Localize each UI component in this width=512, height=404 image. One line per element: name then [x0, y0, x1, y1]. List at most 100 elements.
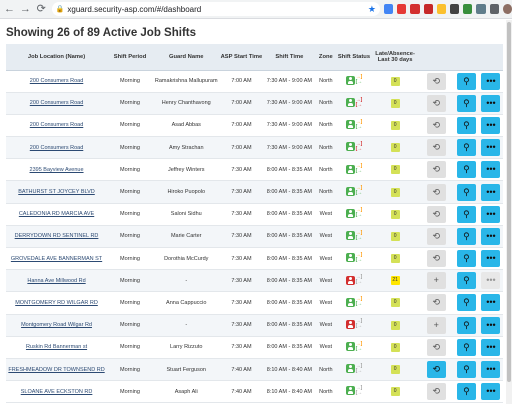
scrollbar-thumb[interactable] [507, 22, 511, 382]
map-pin-button[interactable]: ⚲ [456, 116, 476, 134]
shift-status[interactable]: →] [→ [345, 363, 362, 374]
map-pin-button[interactable]: ⚲ [456, 316, 476, 334]
reassign-button[interactable]: ⟲ [426, 294, 446, 312]
shift-status[interactable]: →] [→ [345, 319, 362, 329]
extensions-puzzle-icon[interactable] [489, 4, 499, 14]
map-pin-button[interactable]: ⚲ [456, 72, 476, 90]
map-pin-button[interactable]: ⚲ [456, 94, 476, 112]
job-location-link[interactable]: Ruskin Rd Bannerman st [26, 344, 87, 350]
late-absence-badge[interactable]: 0 [390, 76, 400, 86]
reassign-button[interactable]: ⟲ [426, 338, 446, 356]
extension-icon[interactable] [397, 4, 407, 14]
col-guard-name[interactable]: Guard Name [152, 44, 220, 71]
more-button[interactable]: ••• [481, 250, 501, 268]
job-location-link[interactable]: FRESHMEADOW DR TOWNSEND RD [8, 367, 104, 373]
shift-status[interactable]: →] [→ [345, 275, 362, 285]
extension-icon[interactable] [423, 4, 433, 14]
shift-status[interactable]: →] [→ [345, 186, 362, 196]
map-pin-button[interactable]: ⚲ [456, 338, 476, 356]
job-location-link[interactable]: MONTGOMERY RD WILGAR RD [15, 300, 98, 306]
more-button[interactable]: ••• [481, 272, 501, 290]
reassign-button[interactable]: ⟲ [426, 383, 446, 401]
reassign-button[interactable]: ⟲ [426, 139, 446, 157]
more-button[interactable]: ••• [481, 361, 501, 379]
late-absence-badge[interactable]: 0 [390, 342, 400, 352]
more-button[interactable]: ••• [481, 294, 501, 312]
add-guard-button[interactable]: + [426, 316, 446, 334]
forward-icon[interactable]: → [19, 2, 32, 16]
job-location-link[interactable]: 200 Consumers Road [30, 122, 84, 128]
job-location-link[interactable]: DERRYDOWN RD SENTINEL RD [15, 233, 99, 239]
more-button[interactable]: ••• [481, 338, 501, 356]
col-shift-period[interactable]: Shift Period [107, 44, 153, 71]
more-button[interactable]: ••• [481, 227, 501, 245]
reassign-button[interactable]: ⟲ [426, 183, 446, 201]
more-button[interactable]: ••• [481, 94, 501, 112]
shift-status[interactable]: →] [→ [345, 75, 362, 85]
shift-status[interactable]: →] [→ [345, 164, 362, 174]
job-location-link[interactable]: SLOANE AVE ECKSTON RD [21, 389, 93, 395]
extension-icon[interactable] [383, 4, 394, 14]
reassign-button[interactable]: ⟲ [426, 94, 446, 112]
job-location-link[interactable]: GROVEDALE AVE BANNERMAN ST [11, 256, 102, 262]
shift-status[interactable]: →] [→ [345, 230, 362, 241]
job-location-link[interactable]: Montgomery Road Wilgar Rd [21, 322, 92, 328]
bookmark-star-icon[interactable]: ★ [368, 4, 376, 15]
job-location-link[interactable]: 200 Consumers Road [30, 100, 84, 106]
map-pin-button[interactable]: ⚲ [456, 183, 476, 201]
late-absence-badge[interactable]: 0 [390, 98, 400, 108]
col-late-absence[interactable]: Late/Absence- Last 30 days [371, 44, 419, 71]
col-job-location[interactable]: Job Location (Name) [6, 44, 108, 71]
map-pin-button[interactable]: ⚲ [456, 205, 476, 223]
back-icon[interactable]: ← [3, 2, 16, 16]
job-location-link[interactable]: BATHURST ST JOYCEY BLVD [18, 189, 95, 195]
col-zone[interactable]: Zone [315, 44, 337, 71]
col-shift-status[interactable]: Shift Status [336, 44, 372, 71]
more-button[interactable]: ••• [481, 316, 501, 334]
late-absence-badge[interactable]: 0 [390, 143, 400, 153]
map-pin-button[interactable]: ⚲ [456, 250, 476, 268]
job-location-link[interactable]: CALEDONIA RD MARCIA AVE [19, 211, 94, 217]
reassign-button[interactable]: ⟲ [426, 227, 446, 245]
map-pin-button[interactable]: ⚲ [456, 227, 476, 245]
late-absence-badge[interactable]: 0 [390, 298, 400, 308]
job-location-link[interactable]: 2395 Bayview Avenue [30, 167, 84, 173]
reassign-button[interactable]: ⟲ [426, 361, 446, 379]
late-absence-badge[interactable]: 0 [390, 365, 400, 375]
late-absence-badge[interactable]: 0 [390, 231, 400, 241]
extension-icon[interactable] [476, 4, 486, 14]
more-button[interactable]: ••• [481, 139, 501, 157]
late-absence-badge[interactable]: 0 [390, 387, 400, 397]
late-absence-badge[interactable]: 0 [390, 187, 400, 197]
reassign-button[interactable]: ⟲ [426, 72, 446, 90]
col-shift-time[interactable]: Shift Time [263, 44, 316, 71]
map-pin-button[interactable]: ⚲ [456, 361, 476, 379]
map-pin-button[interactable]: ⚲ [456, 161, 476, 179]
shift-status[interactable]: →] [→ [345, 119, 362, 130]
address-bar[interactable]: 🔒 xguard.security-asp.com/#/dashboard ★ [51, 2, 380, 16]
more-button[interactable]: ••• [481, 205, 501, 223]
shift-status[interactable]: →] [→ [345, 208, 362, 218]
more-button[interactable]: ••• [481, 183, 501, 201]
shift-status[interactable]: →] [→ [345, 385, 362, 396]
late-absence-badge[interactable]: 0 [390, 254, 400, 264]
reassign-button[interactable]: ⟲ [426, 161, 446, 179]
map-pin-button[interactable]: ⚲ [456, 383, 476, 401]
extension-icon[interactable] [449, 4, 460, 14]
shift-status[interactable]: →] [→ [345, 141, 362, 152]
late-absence-badge[interactable]: 0 [390, 209, 400, 219]
late-absence-badge[interactable]: 0 [390, 320, 400, 330]
extension-icon[interactable] [410, 4, 420, 14]
late-absence-badge[interactable]: 0 [390, 165, 400, 175]
reassign-button[interactable]: ⟲ [426, 250, 446, 268]
map-pin-button[interactable]: ⚲ [456, 272, 476, 290]
shift-status[interactable]: →] [→ [345, 252, 362, 263]
extension-icon[interactable] [436, 4, 446, 14]
job-location-link[interactable]: Hanna Ave Millwood Rd [27, 278, 85, 284]
extension-icon[interactable] [463, 4, 473, 14]
shift-status[interactable]: →] [→ [345, 341, 362, 352]
late-absence-badge[interactable]: 0 [390, 120, 400, 130]
reload-icon[interactable]: ⟳ [35, 2, 48, 16]
add-guard-button[interactable]: + [426, 272, 446, 290]
more-button[interactable]: ••• [481, 161, 501, 179]
